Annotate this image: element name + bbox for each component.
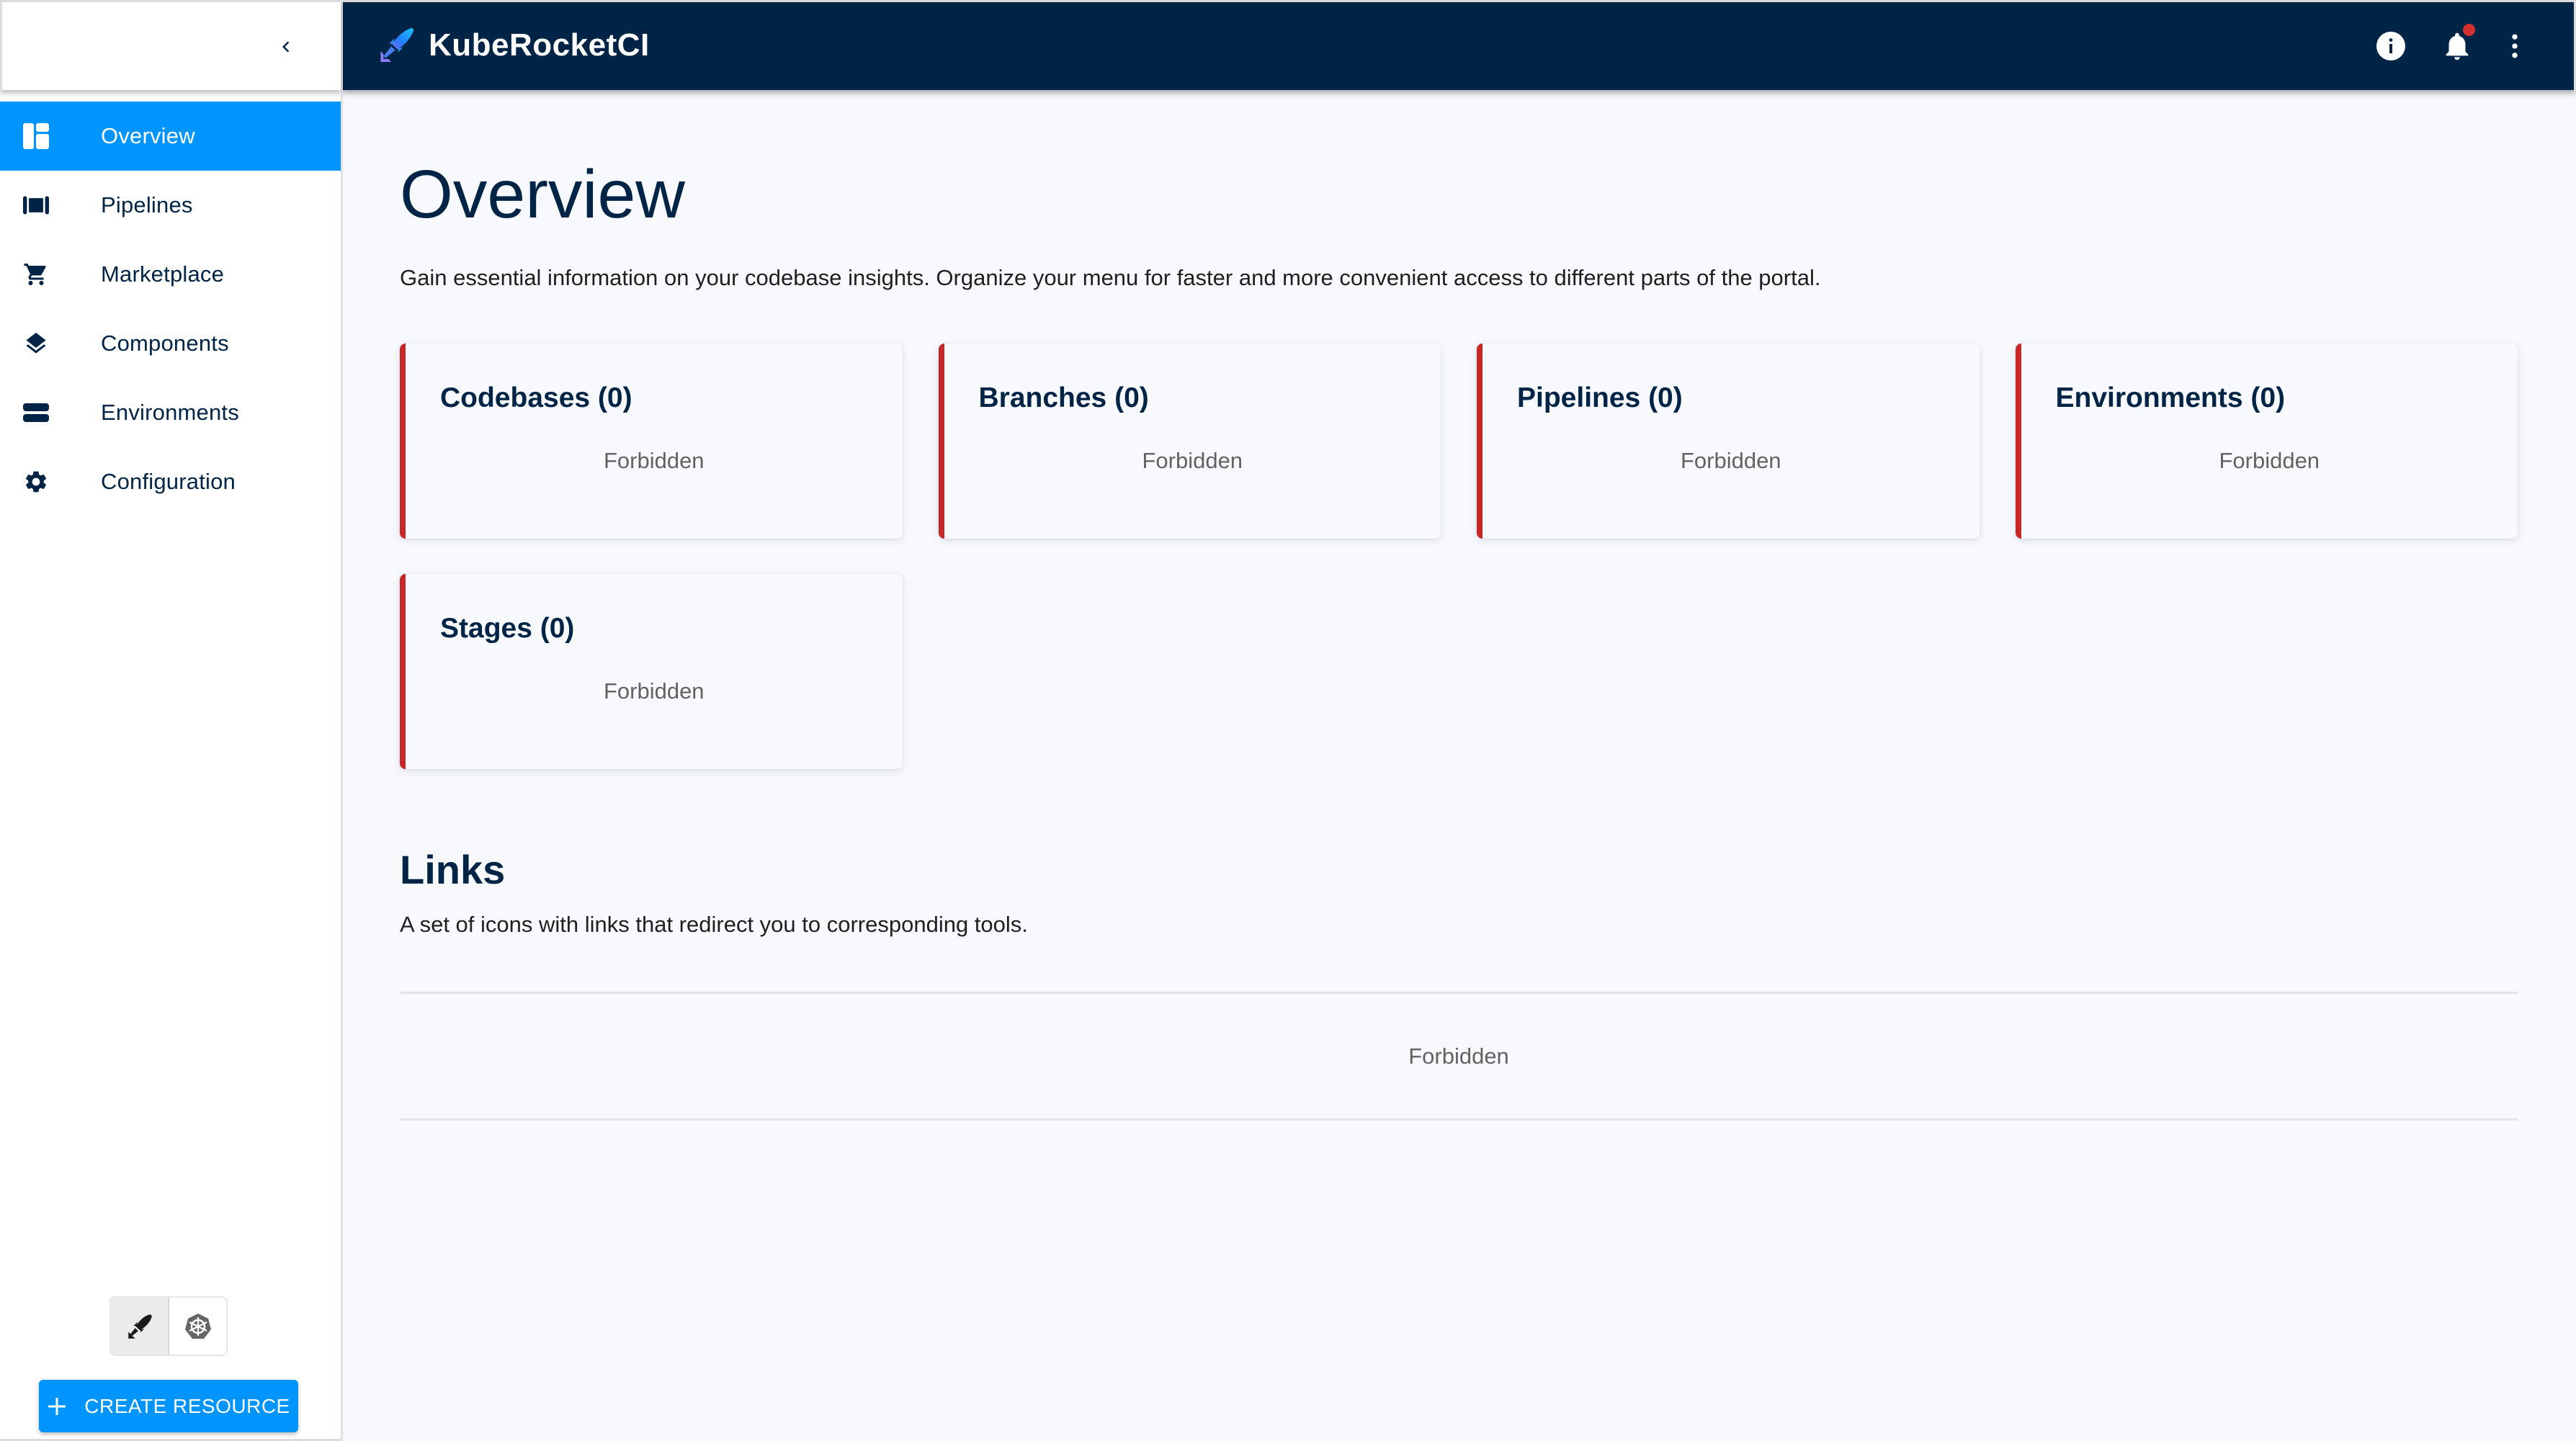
- mode-toggle-group: [109, 1296, 228, 1356]
- page-title: Overview: [400, 156, 685, 233]
- sidebar-item-configuration[interactable]: Configuration: [0, 447, 341, 516]
- main-content: Overview Gain essential information on y…: [343, 90, 2574, 1439]
- card-title: Environments (0): [2055, 382, 2286, 413]
- info-icon: [2376, 32, 2405, 60]
- chevron-left-icon: [282, 41, 290, 53]
- more-options-button[interactable]: [2495, 27, 2534, 66]
- card-status: Forbidden: [603, 448, 705, 473]
- pipelines-icon: [23, 192, 49, 218]
- sidebar: Overview Pipelines Marketplace Component…: [0, 0, 343, 1441]
- create-resource-button[interactable]: CREATE RESOURCE: [39, 1380, 298, 1432]
- card-title: Pipelines (0): [1517, 382, 1683, 413]
- plus-icon: [48, 1397, 66, 1415]
- krci-mode-toggle[interactable]: [111, 1298, 169, 1355]
- card-title: Branches (0): [978, 382, 1149, 413]
- sidebar-item-pipelines[interactable]: Pipelines: [0, 171, 341, 240]
- branches-card[interactable]: Branches (0) Forbidden: [938, 344, 1441, 539]
- kubernetes-icon: [184, 1313, 211, 1339]
- collapse-sidebar-button[interactable]: [269, 30, 303, 64]
- stages-card[interactable]: Stages (0) Forbidden: [400, 574, 903, 769]
- sidebar-item-environments[interactable]: Environments: [0, 378, 341, 447]
- sidebar-nav: Overview Pipelines Marketplace Component…: [0, 102, 341, 516]
- links-title: Links: [400, 847, 506, 892]
- cart-icon: [23, 261, 49, 287]
- sidebar-item-label: Environments: [101, 400, 239, 425]
- rocket-icon: [128, 1314, 152, 1339]
- sidebar-item-label: Overview: [101, 123, 195, 148]
- create-resource-label: CREATE RESOURCE: [84, 1394, 290, 1417]
- card-title: Codebases (0): [440, 382, 632, 413]
- pipelines-card[interactable]: Pipelines (0) Forbidden: [1477, 344, 1980, 539]
- dashboard-icon: [23, 123, 49, 149]
- notifications-button[interactable]: [2438, 24, 2477, 66]
- environments-icon: [23, 400, 49, 426]
- card-status: Forbidden: [1142, 448, 1243, 473]
- sidebar-item-label: Marketplace: [101, 261, 225, 287]
- more-vertical-icon: [2512, 34, 2518, 58]
- rocket-logo-icon: [380, 27, 414, 62]
- links-container: Forbidden: [400, 992, 2518, 1121]
- links-status: Forbidden: [1408, 1043, 1509, 1069]
- card-status: Forbidden: [2219, 448, 2320, 473]
- overview-cards: Codebases (0) Forbidden Branches (0) For…: [400, 344, 2518, 769]
- sidebar-item-marketplace[interactable]: Marketplace: [0, 240, 341, 309]
- sidebar-item-components[interactable]: Components: [0, 309, 341, 378]
- sidebar-item-overview[interactable]: Overview: [0, 102, 341, 171]
- card-status: Forbidden: [603, 678, 705, 704]
- page-description: Gain essential information on your codeb…: [400, 265, 1821, 290]
- kubernetes-mode-toggle[interactable]: [169, 1298, 226, 1355]
- sidebar-item-label: Configuration: [101, 469, 236, 494]
- notification-badge: [2463, 24, 2475, 36]
- environments-card[interactable]: Environments (0) Forbidden: [2015, 344, 2518, 539]
- info-button[interactable]: [2371, 27, 2410, 66]
- card-status: Forbidden: [1680, 448, 1781, 473]
- app-title: KubeRocketCI: [429, 27, 650, 63]
- codebases-card[interactable]: Codebases (0) Forbidden: [400, 344, 903, 539]
- sidebar-item-label: Pipelines: [101, 192, 193, 217]
- app-header: KubeRocketCI: [342, 0, 2576, 90]
- sidebar-top: [0, 0, 341, 90]
- sidebar-item-label: Components: [101, 331, 229, 356]
- layers-icon: [23, 331, 49, 356]
- app-logo[interactable]: KubeRocketCI: [377, 26, 650, 65]
- gear-icon: [23, 469, 49, 495]
- card-title: Stages (0): [440, 613, 575, 644]
- links-description: A set of icons with links that redirect …: [400, 912, 1028, 937]
